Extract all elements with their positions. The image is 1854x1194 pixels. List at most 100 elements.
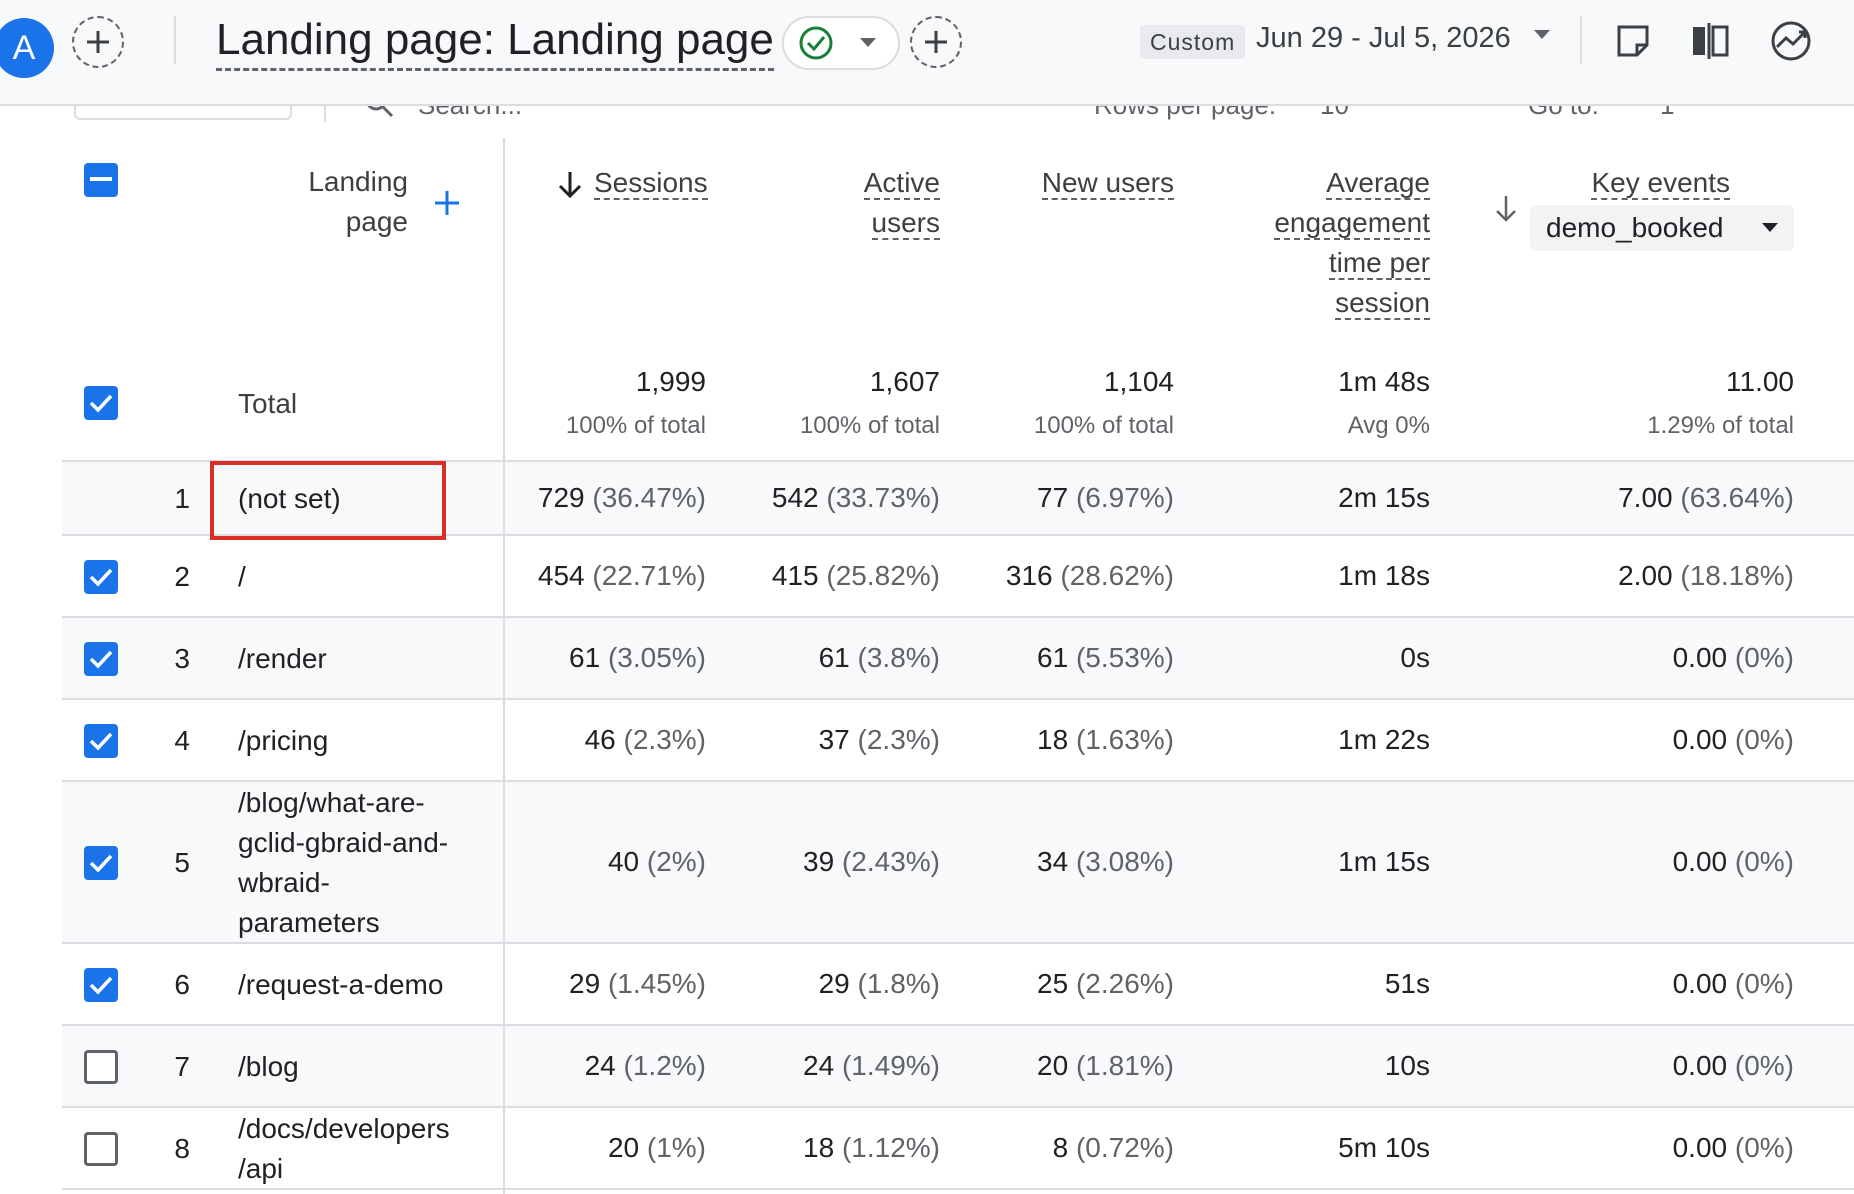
row-avg-engagement-value: 1m 18s (1338, 560, 1430, 591)
row-avg-engagement-value: 1m 22s (1338, 724, 1430, 755)
share-icon[interactable] (1608, 16, 1658, 66)
search-input[interactable]: Search... (418, 104, 522, 121)
row-rank: 4 (174, 725, 190, 756)
row-avg-engagement: 51s (1385, 968, 1430, 1000)
arrow-down-icon (1496, 196, 1516, 222)
row-active-users: 61 (3.8%) (819, 642, 940, 674)
row-sessions-percent: (36.47%) (584, 482, 706, 513)
row-sessions-percent: (1.45%) (600, 968, 706, 999)
column-header-landing-page[interactable]: Landing page (280, 162, 408, 242)
row-new-users: 20 (1.81%) (1037, 1050, 1174, 1082)
rows-per-page-select[interactable]: 10 (1320, 104, 1349, 121)
table-row[interactable] (62, 1026, 1854, 1108)
row-checkbox[interactable] (84, 560, 118, 594)
row-sessions-percent: (1.2%) (615, 1050, 706, 1081)
row-key-events-percent: (0%) (1727, 1132, 1794, 1163)
row-active-users-value: 61 (818, 642, 850, 673)
add-filter-button[interactable] (910, 16, 962, 68)
column-header-sessions[interactable]: Sessions (594, 163, 708, 203)
row-landing-page[interactable]: /blog (238, 1047, 299, 1087)
row-active-users: 415 (25.82%) (772, 560, 940, 592)
row-checkbox[interactable] (84, 642, 118, 676)
row-landing-page-line: gclid-gbraid-and- (238, 827, 449, 858)
row-checkbox[interactable] (84, 846, 118, 880)
row-landing-page[interactable]: /render (238, 639, 327, 679)
row-landing-page-line: /pricing (238, 725, 329, 756)
table-row[interactable] (62, 700, 1854, 782)
row-active-users: 39 (2.43%) (803, 846, 940, 878)
totals-key-events: 11.00 (1726, 366, 1794, 397)
row-avg-engagement: 2m 15s (1338, 482, 1430, 514)
row-avg-engagement-value: 0s (1400, 642, 1430, 673)
row-new-users-percent: (1.81%) (1068, 1050, 1174, 1081)
row-checkbox[interactable] (84, 724, 118, 758)
arrow-down-icon (558, 172, 582, 199)
row-landing-page-line: /render (238, 643, 327, 674)
row-rank: 8 (174, 1133, 190, 1164)
row-sessions: 20 (1%) (608, 1132, 706, 1164)
goto-input[interactable]: 1 (1660, 104, 1674, 121)
chevron-down-icon[interactable] (1534, 30, 1550, 40)
row-key-events-value: 2.00 (1618, 560, 1673, 591)
column-header-active-users[interactable]: Active users (820, 163, 940, 243)
column-header-key-events[interactable]: Key events (1560, 163, 1730, 203)
totals-checkbox[interactable] (84, 386, 118, 420)
insights-icon[interactable] (1766, 16, 1816, 66)
row-avg-engagement: 10s (1385, 1050, 1430, 1082)
table-row[interactable] (62, 536, 1854, 618)
row-checkbox[interactable] (84, 1050, 118, 1084)
plus-icon (925, 31, 947, 53)
account-avatar[interactable]: A (0, 18, 54, 78)
date-range-label[interactable]: Jun 29 - Jul 5, 2026 (1256, 22, 1511, 55)
row-avg-engagement: 1m 15s (1338, 846, 1430, 878)
table-row[interactable] (62, 618, 1854, 700)
row-sessions-percent: (3.05%) (600, 642, 706, 673)
date-custom-chip[interactable]: Custom (1140, 25, 1246, 59)
row-key-events-value: 0.00 (1672, 1050, 1728, 1081)
rows-per-page-label: Rows per page: (1094, 104, 1277, 120)
row-new-users: 25 (2.26%) (1037, 968, 1174, 1000)
totals-new-users: 1,104 (1103, 366, 1174, 397)
report-status-dropdown[interactable] (782, 16, 900, 70)
row-key-events: 0.00 (0%) (1673, 968, 1794, 1000)
row-checkbox[interactable] (84, 1132, 118, 1166)
column-header-new-users[interactable]: New users (1020, 163, 1174, 203)
row-landing-page[interactable]: /pricing (238, 721, 328, 761)
row-sessions-percent: (1%) (639, 1132, 706, 1163)
plus-icon[interactable] (434, 190, 460, 216)
row-new-users: 8 (0.72%) (1053, 1132, 1174, 1164)
select-all-checkbox[interactable] (84, 163, 118, 197)
row-landing-page[interactable]: /docs/developers/api (238, 1109, 450, 1189)
row-landing-page[interactable]: /request-a-demo (238, 965, 443, 1005)
column-header-avg-engagement[interactable]: Average engagement time per session (1240, 163, 1430, 323)
row-new-users-value: 61 (1037, 642, 1069, 673)
row-active-users-value: 29 (818, 968, 850, 999)
divider (324, 104, 326, 122)
report-title[interactable]: Landing page: Landing page (216, 14, 774, 71)
add-comparison-button[interactable] (72, 16, 124, 68)
row-key-events: 2.00 (18.18%) (1618, 560, 1794, 592)
row-checkbox[interactable] (84, 968, 118, 1002)
row-key-events-value: 0.00 (1672, 846, 1728, 877)
row-landing-page[interactable]: / (238, 557, 246, 597)
search-icon[interactable] (364, 104, 394, 118)
row-avg-engagement: 1m 22s (1338, 724, 1430, 756)
row-key-events-value: 0.00 (1672, 968, 1728, 999)
row-sessions-value: 40 (607, 846, 640, 877)
row-new-users-percent: (28.62%) (1052, 560, 1174, 591)
plot-rows-button[interactable] (74, 104, 292, 120)
row-landing-page-line: /request-a-demo (238, 969, 444, 1000)
key-event-selector[interactable]: demo_booked (1530, 205, 1794, 251)
row-new-users-percent: (1.63%) (1068, 724, 1174, 755)
row-key-events-value: 0.00 (1672, 1132, 1728, 1163)
row-avg-engagement-value: 5m 10s (1338, 1132, 1430, 1163)
row-landing-page-line: /api (238, 1153, 284, 1184)
check-circle-icon (799, 26, 833, 60)
row-active-users: 29 (1.8%) (819, 968, 940, 1000)
compare-icon[interactable] (1686, 16, 1736, 66)
row-avg-engagement-value: 1m 15s (1338, 846, 1430, 877)
totals-key-events-sub: 1.29% of total (1647, 412, 1794, 439)
row-landing-page[interactable]: /blog/what-are-gclid-gbraid-and-wbraid-p… (238, 783, 448, 943)
row-active-users: 542 (33.73%) (772, 482, 940, 514)
row-sessions: 61 (3.05%) (569, 642, 706, 674)
